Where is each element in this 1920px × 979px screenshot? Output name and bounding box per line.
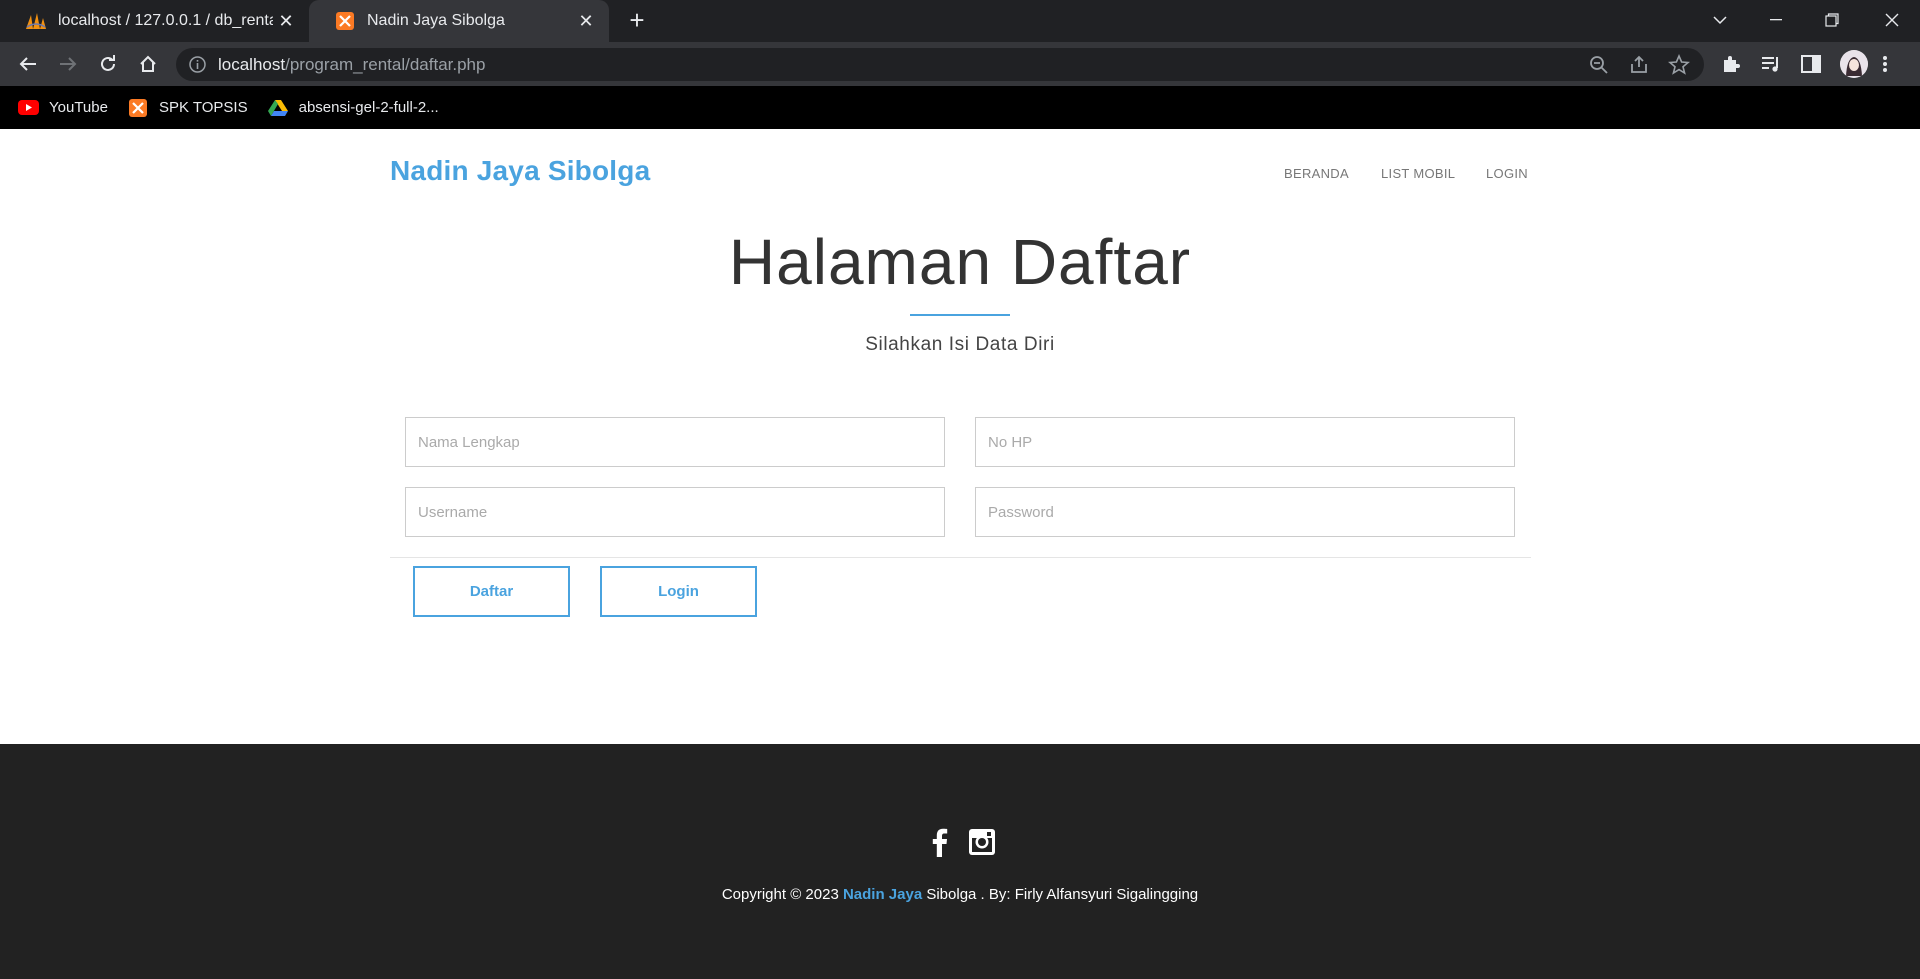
tab-title: localhost / 127.0.0.1 / db_rental | [58, 12, 273, 29]
close-tab-icon[interactable]: ✕ [273, 11, 299, 32]
profile-avatar[interactable] [1840, 50, 1868, 78]
drive-icon [268, 99, 289, 116]
url-path: /program_rental/daftar.php [285, 55, 486, 74]
nama-lengkap-input[interactable] [405, 417, 945, 467]
home-icon[interactable] [134, 50, 162, 78]
media-queue-icon[interactable] [1760, 53, 1782, 75]
menu-kebab-icon[interactable] [1882, 53, 1894, 75]
bookmark-absensi[interactable]: absensi-gel-2-full-2... [268, 99, 439, 116]
browser-tab-strip: localhost / 127.0.0.1 / db_rental | ✕ Na… [0, 0, 1920, 42]
zoom-icon[interactable] [1588, 54, 1610, 76]
nav-login[interactable]: LOGIN [1486, 166, 1528, 181]
new-tab-button[interactable]: + [622, 6, 652, 36]
title-divider [910, 314, 1010, 316]
copyright-suffix: Sibolga . By: Firly Alfansyuri Sigalingg… [922, 886, 1199, 903]
bookmark-star-icon[interactable] [1668, 53, 1690, 76]
bookmarks-bar: YouTube SPK TOPSIS absensi-gel-2-full-2.… [0, 86, 1920, 129]
url-text[interactable]: localhost/program_rental/daftar.php [218, 55, 485, 75]
copyright-brand[interactable]: Nadin Jaya [843, 886, 922, 903]
minimize-icon[interactable] [1748, 0, 1804, 40]
close-tab-icon[interactable]: ✕ [573, 11, 599, 32]
no-hp-input[interactable] [975, 417, 1515, 467]
username-input[interactable] [405, 487, 945, 537]
login-button[interactable]: Login [600, 566, 757, 617]
bookmark-youtube[interactable]: YouTube [18, 99, 108, 116]
page-title: Halaman Daftar [728, 226, 1192, 298]
reload-icon[interactable] [94, 50, 122, 78]
bookmark-spk-topsis[interactable]: SPK TOPSIS [128, 98, 248, 117]
bookmark-label: absensi-gel-2-full-2... [298, 99, 439, 116]
extensions-icon[interactable] [1720, 53, 1742, 75]
copyright-text: Copyright © 2023 Nadin Jaya Sibolga . By… [0, 886, 1920, 903]
password-input[interactable] [975, 487, 1515, 537]
share-icon[interactable] [1628, 54, 1650, 76]
side-panel-icon[interactable] [1800, 53, 1822, 75]
tab-search-icon[interactable] [1692, 0, 1748, 40]
bookmark-label: SPK TOPSIS [158, 99, 248, 116]
tab-title: Nadin Jaya Sibolga [367, 12, 505, 29]
nav-list-mobil[interactable]: LIST MOBIL [1381, 166, 1455, 181]
copyright-prefix: Copyright © 2023 [721, 886, 843, 903]
back-icon[interactable] [14, 50, 42, 78]
url-host: localhost [218, 55, 286, 74]
xampp-icon [128, 98, 149, 117]
bookmark-label: YouTube [49, 99, 108, 116]
footer: Copyright © 2023 Nadin Jaya Sibolga . By… [0, 744, 1920, 979]
page-content: Nadin Jaya Sibolga BERANDA LIST MOBIL LO… [0, 129, 1920, 744]
tab-phpmyadmin[interactable]: localhost / 127.0.0.1 / db_rental | ✕ [0, 0, 309, 42]
nav-beranda[interactable]: BERANDA [1284, 166, 1349, 181]
site-info-icon[interactable] [188, 55, 207, 74]
daftar-button[interactable]: Daftar [413, 566, 570, 617]
browser-toolbar: localhost/program_rental/daftar.php [0, 42, 1920, 86]
form-divider [390, 557, 1531, 558]
close-window-icon[interactable] [1864, 0, 1920, 40]
forward-icon[interactable] [54, 50, 82, 78]
site-brand[interactable]: Nadin Jaya Sibolga [390, 155, 650, 187]
restore-icon[interactable] [1804, 0, 1860, 40]
address-bar[interactable]: localhost/program_rental/daftar.php [176, 48, 1704, 81]
phpmyadmin-icon [25, 10, 47, 32]
xampp-icon [334, 10, 356, 32]
youtube-icon [18, 99, 39, 116]
tab-nadin-jaya[interactable]: Nadin Jaya Sibolga ✕ [309, 0, 609, 42]
facebook-icon[interactable] [925, 827, 955, 857]
page-subtitle: Silahkan Isi Data Diri [865, 334, 1055, 355]
instagram-icon[interactable] [967, 827, 997, 857]
